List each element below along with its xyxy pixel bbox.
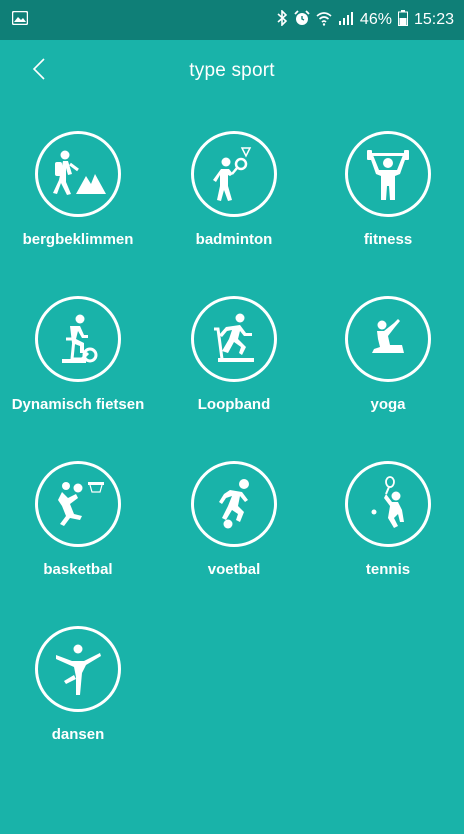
sport-item-basketbal[interactable]: basketbal [0, 458, 156, 623]
signal-icon [338, 10, 354, 30]
battery-icon [397, 10, 408, 30]
sport-item-dansen[interactable]: dansen [0, 623, 156, 788]
page-title: type sport [189, 60, 275, 81]
icon-circle [345, 461, 431, 547]
basketball-icon [58, 482, 104, 526]
icon-circle [345, 131, 431, 217]
sport-label: tennis [365, 561, 411, 578]
sport-label: yoga [370, 396, 406, 413]
sport-label: voetbal [207, 561, 261, 578]
icon-circle [35, 626, 121, 712]
mountain-climbing-icon [53, 150, 106, 195]
icon-circle [35, 296, 121, 382]
icon-circle [191, 131, 277, 217]
icon-circle [35, 461, 121, 547]
sport-label: bergbeklimmen [22, 231, 134, 248]
sport-item-fitness[interactable]: fitness [312, 128, 464, 293]
tennis-icon [371, 476, 404, 528]
wifi-icon [316, 10, 332, 30]
yoga-icon [372, 319, 404, 353]
dance-icon [56, 644, 101, 695]
icon-circle [35, 131, 121, 217]
app-header: type sport [0, 40, 464, 106]
sport-label: Loopband [197, 396, 271, 413]
image-icon [11, 10, 29, 30]
badminton-icon [213, 147, 252, 201]
clock-time: 15:23 [413, 11, 454, 28]
sport-item-bergbeklimmen[interactable]: bergbeklimmen [0, 128, 156, 293]
treadmill-icon [214, 313, 254, 362]
spinning-bike-icon [62, 314, 98, 363]
sport-item-loopband[interactable]: Loopband [156, 293, 312, 458]
bluetooth-icon [276, 9, 288, 30]
dumbbell-icon [367, 150, 409, 200]
sport-label: dansen [51, 726, 105, 743]
sport-item-voetbal[interactable]: voetbal [156, 458, 312, 623]
football-icon [219, 479, 249, 529]
sport-item-dynamisch-fietsen[interactable]: Dynamisch fietsen [0, 293, 156, 458]
icon-circle [191, 296, 277, 382]
sport-item-badminton[interactable]: badminton [156, 128, 312, 293]
sport-label: Dynamisch fietsen [11, 396, 145, 413]
alarm-icon [294, 10, 310, 30]
status-bar: 46% 15:23 [0, 0, 464, 40]
icon-circle [345, 296, 431, 382]
sport-label: badminton [195, 231, 273, 248]
sport-label: fitness [363, 231, 413, 248]
sport-item-yoga[interactable]: yoga [312, 293, 464, 458]
sport-label: basketbal [43, 561, 113, 578]
icon-circle [191, 461, 277, 547]
battery-level: 46% [359, 11, 392, 28]
sport-type-grid: bergbeklimmen badminton fitness Dynamisc… [0, 128, 464, 788]
sport-item-tennis[interactable]: tennis [312, 458, 464, 623]
